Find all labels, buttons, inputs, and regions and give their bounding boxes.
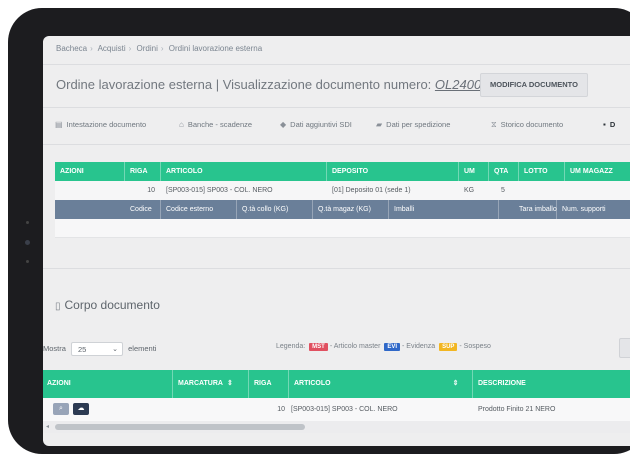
column-header[interactable]: ARTICOLO ⇕ bbox=[289, 370, 473, 398]
search-button[interactable]: ⌕ bbox=[53, 403, 69, 415]
page-header: Ordine lavorazione esterna | Visualizzaz… bbox=[43, 64, 630, 108]
column-header: Codice bbox=[125, 200, 161, 219]
column-header[interactable]: DEPOSITO bbox=[327, 162, 459, 181]
row-number: 10 bbox=[277, 406, 285, 413]
tag-icon: ◆ bbox=[280, 120, 287, 129]
column-header: Imballi bbox=[389, 200, 499, 219]
legend-text: - Evidenza bbox=[402, 343, 436, 350]
breadcrumb: Bacheca › Acquisti › Ordini › Ordini lavora… bbox=[56, 44, 263, 53]
table-row[interactable]: 10 [SP003-015] SP003 - COL. NERO [01] De… bbox=[55, 181, 630, 201]
column-header[interactable]: ARTICOLO bbox=[161, 162, 327, 181]
article-cell: [SP003-015] SP003 - COL. NERO bbox=[166, 187, 273, 194]
lines-table-header: AZIONI RIGA ARTICOLO DEPOSITO UM QTA LOT… bbox=[55, 162, 630, 181]
sort-icon: ⇕ bbox=[226, 380, 233, 387]
tab-banche[interactable]: ⌂ Banche - scadenze bbox=[179, 120, 252, 129]
column-header-label: RIGA bbox=[254, 380, 272, 387]
column-header[interactable]: LOTTO bbox=[519, 162, 565, 181]
breadcrumb-item[interactable]: Bacheca bbox=[56, 44, 87, 53]
tab-label: D bbox=[609, 120, 616, 129]
row-number: 10 bbox=[147, 187, 155, 194]
tab-active[interactable]: ▪ D bbox=[603, 120, 615, 129]
tab-label: Dati aggiuntivi SDI bbox=[290, 120, 352, 129]
column-header: Q.tà collo (KG) bbox=[237, 200, 313, 219]
scrollbar-thumb[interactable] bbox=[55, 424, 305, 430]
hourglass-icon: ⧖ bbox=[491, 120, 497, 129]
camera-dot bbox=[25, 240, 30, 245]
description-cell: Prodotto Finito 21 NERO bbox=[478, 406, 556, 413]
section-title-text: Corpo documento bbox=[64, 298, 160, 312]
page-size-select[interactable]: 25 ⌄ bbox=[71, 342, 124, 356]
tab-label: Dati per spedizione bbox=[386, 120, 451, 129]
breadcrumb-item[interactable]: Acquisti bbox=[98, 44, 126, 53]
elements-label: elementi bbox=[128, 343, 157, 353]
column-header-label: ARTICOLO bbox=[294, 380, 331, 387]
column-header[interactable]: RIGA bbox=[125, 162, 161, 181]
actions-button[interactable]: ☁ bbox=[73, 403, 89, 415]
page-size-value: 25 bbox=[78, 345, 87, 354]
column-header[interactable]: UM bbox=[459, 162, 489, 181]
empty-row bbox=[55, 219, 630, 238]
um-cell: KG bbox=[464, 187, 475, 194]
edit-document-button[interactable]: MODIFICA DOCUMENTO bbox=[480, 73, 588, 97]
search-icon: ⌕ bbox=[59, 405, 63, 412]
truck-icon: ▰ bbox=[376, 120, 383, 129]
show-label: Mostra bbox=[43, 343, 66, 353]
bezel-dot bbox=[26, 221, 29, 224]
horizontal-scrollbar[interactable]: ◂ bbox=[43, 421, 630, 433]
tab-intestazione[interactable]: ▤ Intestazione documento bbox=[55, 120, 146, 129]
bezel-dot bbox=[26, 260, 29, 263]
badge-sup: SUP bbox=[439, 343, 458, 351]
section-divider bbox=[43, 268, 630, 269]
badge-evi: EVI bbox=[384, 343, 401, 351]
document-icon: ▤ bbox=[55, 120, 63, 129]
page-title-text: Ordine lavorazione esterna | Visualizzaz… bbox=[56, 77, 435, 92]
body-table-header: AZIONI MARCATURA ⇕ RIGA ARTICOLO ⇕ DESCRIZ… bbox=[43, 370, 630, 398]
legend-text: - Sospeso bbox=[459, 343, 491, 350]
tablet-frame: Bacheca › Acquisti › Ordini › Ordini lavora… bbox=[8, 8, 630, 454]
tab-bar: ▤ Intestazione documento ⌂ Banche - scaden… bbox=[43, 106, 630, 145]
section-title: ▯ Corpo documento bbox=[55, 298, 160, 312]
tab-spedizione[interactable]: ▰ Dati per spedizione bbox=[376, 120, 450, 129]
lines-subtable-header: Codice Codice esterno Q.tà collo (KG) Q.… bbox=[55, 200, 630, 219]
legend-text: - Articolo master bbox=[329, 343, 381, 350]
page-title: Ordine lavorazione esterna | Visualizzaz… bbox=[56, 77, 496, 92]
scroll-left-icon[interactable]: ◂ bbox=[46, 423, 49, 430]
chevron-down-icon: ⌄ bbox=[112, 346, 119, 353]
column-header: Tara imballo bbox=[499, 200, 557, 219]
column-header-label: MARCATURA bbox=[178, 380, 223, 387]
cloud-icon: ☁ bbox=[77, 405, 85, 412]
column-header: Q.tà magaz (KG) bbox=[313, 200, 389, 219]
column-header[interactable]: QTA bbox=[489, 162, 519, 181]
toolbar-button[interactable] bbox=[619, 338, 630, 358]
column-header[interactable]: UM MAGAZZ bbox=[565, 162, 630, 181]
article-cell: [SP003-015] SP003 - COL. NERO bbox=[291, 406, 398, 413]
deposit-cell: [01] Deposito 01 (sede 1) bbox=[332, 187, 411, 194]
sort-icon: ⇕ bbox=[452, 380, 459, 387]
legend: Legenda: MST - Articolo master EVI - Evide… bbox=[276, 343, 491, 351]
column-header[interactable]: DESCRIZIONE bbox=[473, 370, 630, 398]
badge-mst: MST bbox=[309, 343, 328, 351]
book-icon: ▪ bbox=[603, 120, 606, 129]
table-row[interactable]: ⌕ ☁ 10 [SP003-015] SP003 - COL. NERO Pro… bbox=[43, 398, 630, 422]
breadcrumb-item[interactable]: Ordini bbox=[137, 44, 158, 53]
column-header[interactable]: AZIONI bbox=[43, 370, 173, 398]
breadcrumb-item[interactable]: Ordini lavorazione esterna bbox=[169, 44, 262, 53]
column-header: Codice esterno bbox=[161, 200, 237, 219]
document-icon: ▯ bbox=[55, 301, 61, 312]
column-header: Num. supporti bbox=[557, 200, 630, 219]
page-size-control: Mostra 25 ⌄ elementi bbox=[43, 342, 156, 356]
tab-label: Banche - scadenze bbox=[187, 120, 253, 129]
um-magazzino-cell: KG bbox=[565, 181, 630, 200]
tab-label: Storico documento bbox=[500, 120, 564, 129]
column-header[interactable]: RIGA bbox=[249, 370, 289, 398]
tab-dati-sdi[interactable]: ◆ Dati aggiuntivi SDI bbox=[280, 120, 352, 129]
app-screen: Bacheca › Acquisti › Ordini › Ordini lavora… bbox=[43, 36, 630, 446]
column-header[interactable]: AZIONI bbox=[55, 162, 125, 181]
tab-label: Intestazione documento bbox=[66, 120, 147, 129]
qty-cell: 5 bbox=[501, 187, 505, 194]
bank-icon: ⌂ bbox=[179, 120, 184, 129]
column-header[interactable]: MARCATURA ⇕ bbox=[173, 370, 249, 398]
legend-label: Legenda: bbox=[276, 343, 306, 350]
tab-storico[interactable]: ⧖ Storico documento bbox=[491, 120, 563, 130]
